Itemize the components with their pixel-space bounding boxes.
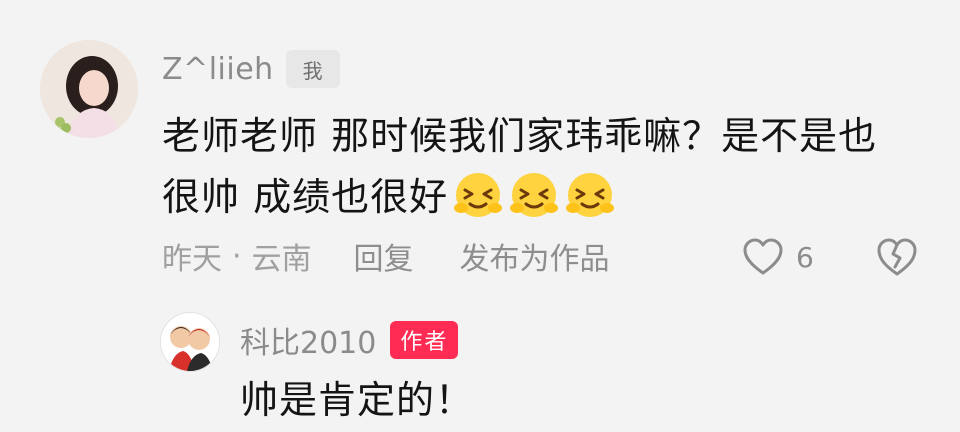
comment-text-line-1: 老师老师 那时候我们家玮乖嘛？是不是也 <box>162 114 878 158</box>
reply-body: 帅是肯定的！ <box>240 378 475 422</box>
author-badge: 作者 <box>390 321 459 359</box>
meta-separator: · <box>232 238 242 274</box>
reply-button[interactable]: 回复 <box>354 234 414 278</box>
heart-outline-icon <box>743 238 783 275</box>
laughing-tears-emoji-icon <box>454 173 503 217</box>
reply-avatar[interactable] <box>160 312 220 372</box>
avatar[interactable] <box>40 40 138 138</box>
comment-username[interactable]: Z^liieh <box>162 52 274 87</box>
reply-header: 科比2010 作者 <box>240 318 459 362</box>
broken-heart-icon <box>877 238 917 276</box>
reply-username[interactable]: 科比2010 <box>240 318 376 362</box>
publish-as-work-button[interactable]: 发布为作品 <box>460 234 610 278</box>
laughing-tears-emoji-icon <box>566 173 615 217</box>
comment-body: 老师老师 那时候我们家玮乖嘛？是不是也 很帅 成绩也很好 <box>162 106 922 228</box>
comment-text-line-2-text: 很帅 成绩也很好 <box>162 175 449 219</box>
like-count: 6 <box>796 240 814 274</box>
dislike-button[interactable] <box>874 234 920 280</box>
comment-text-line-2: 很帅 成绩也很好 <box>162 167 922 228</box>
laughing-tears-emoji-icon <box>510 173 559 217</box>
comment-header: Z^liieh 我 <box>162 44 340 94</box>
comment-meta: 昨天 · 云南 回复 发布为作品 <box>162 232 610 280</box>
like-button[interactable]: 6 <box>742 234 814 280</box>
comment-location: 云南 <box>251 242 312 277</box>
reply-avatar-image <box>161 313 219 371</box>
comment-time: 昨天 <box>162 242 222 277</box>
me-badge: 我 <box>285 50 340 88</box>
avatar-image <box>40 40 138 138</box>
emoji-group <box>452 168 616 220</box>
